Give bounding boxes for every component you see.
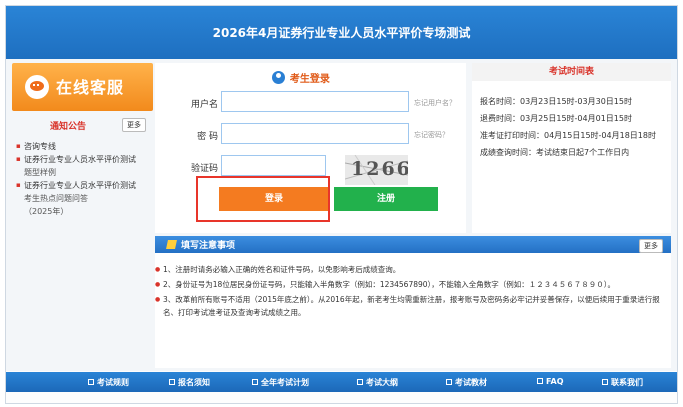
footer-link-syllabus[interactable]: 考试大纲 bbox=[357, 377, 398, 388]
square-icon bbox=[537, 378, 543, 384]
notice-item[interactable]: 证券行业专业人员水平评价测试 bbox=[16, 179, 152, 192]
notice-item-continued[interactable]: 题型样例 bbox=[16, 166, 152, 179]
login-header: 考生登录 bbox=[272, 70, 330, 85]
headset-icon bbox=[25, 75, 49, 99]
online-service-label: 在线客服 bbox=[56, 78, 125, 97]
notice-item-continued[interactable]: 考生热点问题问答 bbox=[16, 192, 152, 205]
exam-time-item: 准考证打印时间：04月15日15时-04月18日18时 bbox=[480, 131, 656, 140]
captcha-input[interactable] bbox=[221, 155, 326, 176]
square-icon bbox=[602, 379, 608, 385]
footer-nav: 考试规则 报名须知 全年考试计划 考试大纲 考试教材 FAQ 联系我们 bbox=[6, 372, 677, 392]
login-title: 考生登录 bbox=[289, 74, 330, 85]
username-label: 用户名 bbox=[190, 100, 218, 110]
footer-link-label: 考试大纲 bbox=[366, 378, 398, 387]
online-service-button[interactable]: 在线客服 bbox=[12, 63, 153, 111]
notice-item[interactable]: 咨询专线 bbox=[16, 140, 152, 153]
exam-time-item: 退费时间：03月25日15时-04月01日15时 bbox=[480, 114, 632, 123]
square-icon bbox=[88, 379, 94, 385]
exam-time-title: 考试时间表 bbox=[472, 63, 671, 81]
square-icon bbox=[169, 379, 175, 385]
footer-link-label: FAQ bbox=[546, 377, 564, 386]
password-input[interactable] bbox=[221, 123, 409, 144]
pencil-icon bbox=[166, 240, 177, 249]
page-title: 2026年4月证券行业专业人员水平评价专场测试 bbox=[212, 26, 471, 40]
footer-link-annual-plan[interactable]: 全年考试计划 bbox=[252, 377, 309, 388]
note-item: 3、改革前所有账号不适用（2015年底之前）。从2016年起，新老考生均需重新注… bbox=[155, 293, 663, 319]
footer-link-registration[interactable]: 报名须知 bbox=[169, 377, 210, 388]
password-label: 密 码 bbox=[197, 132, 218, 142]
notes-title: 填写注意事项 bbox=[181, 241, 236, 251]
note-item: 2、身份证号为18位居民身份证号码，只能输入半角数字（例如：1234567890… bbox=[155, 278, 663, 291]
footer-link-label: 考试教材 bbox=[455, 378, 487, 387]
square-icon bbox=[446, 379, 452, 385]
exam-time-item: 成绩查询时间：考试结束日起7个工作日内 bbox=[480, 148, 630, 157]
captcha-text: 1266 bbox=[351, 158, 408, 180]
square-icon bbox=[357, 379, 363, 385]
notes-header: 填写注意事项 更多 bbox=[155, 236, 671, 253]
notice-item[interactable]: 证券行业专业人员水平评价测试 bbox=[16, 153, 152, 166]
captcha-label: 验证码 bbox=[190, 164, 218, 174]
footer-link-contact[interactable]: 联系我们 bbox=[602, 377, 643, 388]
square-icon bbox=[252, 379, 258, 385]
notes-more-button[interactable]: 更多 bbox=[639, 239, 663, 253]
notice-list: 咨询专线 证券行业专业人员水平评价测试 题型样例 证券行业专业人员水平评价测试 … bbox=[16, 140, 152, 218]
notice-header: 通知公告 更多 bbox=[12, 116, 153, 134]
forgot-password-link[interactable]: 忘记密码？ bbox=[414, 130, 449, 140]
footer-link-label: 联系我们 bbox=[611, 378, 643, 387]
footer-link-faq[interactable]: FAQ bbox=[537, 377, 564, 386]
user-icon bbox=[272, 71, 285, 84]
forgot-username-link[interactable]: 忘记用户名？ bbox=[414, 98, 456, 108]
username-input[interactable] bbox=[221, 91, 409, 112]
footer-link-label: 全年考试计划 bbox=[261, 378, 309, 387]
footer-link-exam-rules[interactable]: 考试规则 bbox=[88, 377, 129, 388]
notice-more-button[interactable]: 更多 bbox=[122, 118, 146, 132]
notice-item-continued[interactable]: （2025年） bbox=[16, 205, 152, 218]
login-highlight-box bbox=[196, 176, 330, 222]
exam-time-item: 报名时间：03月23日15时-03月30日15时 bbox=[480, 97, 632, 106]
footer-link-label: 考试规则 bbox=[97, 378, 129, 387]
notice-title: 通知公告 bbox=[50, 122, 87, 132]
footer-link-textbooks[interactable]: 考试教材 bbox=[446, 377, 487, 388]
footer-link-label: 报名须知 bbox=[178, 378, 210, 387]
exam-time-list: 报名时间：03月23日15时-03月30日15时 退费时间：03月25日15时-… bbox=[480, 93, 656, 161]
register-button[interactable]: 注册 bbox=[334, 187, 438, 211]
header-banner: 2026年4月证券行业专业人员水平评价专场测试 bbox=[6, 6, 677, 59]
note-item: 1、注册时请务必输入正确的姓名和证件号码，以免影响考后成绩查询。 bbox=[155, 263, 663, 276]
captcha-image[interactable]: 1266 bbox=[345, 155, 408, 185]
